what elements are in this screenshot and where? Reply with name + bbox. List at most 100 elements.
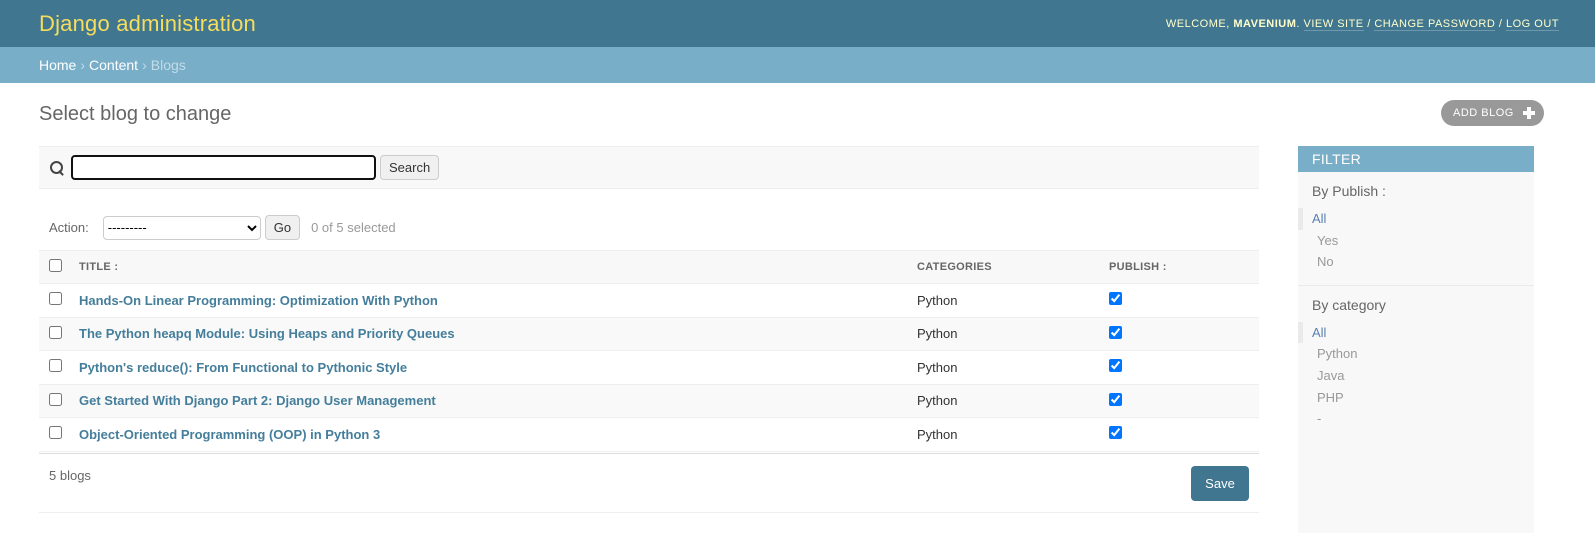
filter-option: PHP — [1298, 387, 1534, 409]
table-row: The Python heapq Module: Using Heaps and… — [39, 317, 1259, 351]
title-cell: Object-Oriented Programming (OOP) in Pyt… — [79, 417, 917, 452]
go-button[interactable]: Go — [264, 215, 301, 240]
publish-cell — [1109, 317, 1259, 351]
publish-cell — [1109, 417, 1259, 452]
column-title[interactable]: Title : — [79, 250, 917, 284]
log-out-link[interactable]: Log out — [1505, 17, 1559, 31]
filter-link[interactable]: No — [1317, 254, 1334, 269]
filter-title: Filter — [1298, 146, 1534, 172]
title-cell: Python's reduce(): From Functional to Py… — [79, 350, 917, 385]
select-all-cell — [39, 250, 79, 284]
table-row: Object-Oriented Programming (OOP) in Pyt… — [39, 417, 1259, 452]
publish-checkbox[interactable] — [1109, 392, 1122, 406]
row-select-cell — [39, 384, 79, 418]
filter-link[interactable]: All — [1312, 211, 1326, 226]
row-checkbox[interactable] — [49, 292, 62, 306]
blog-title-link[interactable]: Python's reduce(): From Functional to Py… — [79, 360, 407, 375]
filter-option: All — [1298, 208, 1534, 230]
filter-link[interactable]: PHP — [1317, 390, 1344, 405]
paginator: 5 blogs Save — [39, 452, 1259, 513]
publish-cell — [1109, 350, 1259, 385]
breadcrumb-content[interactable]: Content — [89, 57, 138, 73]
row-checkbox[interactable] — [49, 325, 62, 339]
filter-link[interactable]: Java — [1317, 368, 1344, 383]
publish-cell — [1109, 384, 1259, 418]
filter-option: Yes — [1298, 230, 1534, 252]
filter-option: Java — [1298, 365, 1534, 387]
filter-link[interactable]: - — [1317, 411, 1321, 426]
table-row: Python's reduce(): From Functional to Py… — [39, 350, 1259, 385]
selection-counter: 0 of 5 selected — [311, 220, 396, 235]
result-count: 5 blogs — [49, 467, 91, 483]
breadcrumb-separator: › — [142, 57, 147, 73]
filter-list-publish: All Yes No — [1298, 208, 1534, 285]
category-cell: Python — [917, 283, 1109, 318]
row-select-cell — [39, 350, 79, 385]
save-button[interactable]: Save — [1191, 465, 1249, 501]
search-button[interactable]: Search — [380, 155, 440, 180]
category-cell: Python — [917, 417, 1109, 452]
row-checkbox[interactable] — [49, 426, 62, 440]
change-password-link[interactable]: Change password — [1374, 17, 1496, 31]
filter-panel: Filter By Publish : All Yes No By catego… — [1298, 146, 1534, 533]
select-all-checkbox[interactable] — [49, 259, 62, 272]
table-header-row: Title : Categories Publish : — [39, 250, 1259, 284]
page-title: Select blog to change — [39, 103, 232, 125]
search-icon — [49, 160, 65, 176]
add-blog-label: Add blog — [1453, 107, 1514, 119]
search-toolbar: Search — [39, 146, 1259, 189]
filter-option: - — [1298, 408, 1534, 430]
view-site-link[interactable]: View site — [1303, 17, 1364, 31]
blog-title-link[interactable]: Object-Oriented Programming (OOP) in Pyt… — [79, 427, 380, 442]
category-cell: Python — [917, 317, 1109, 351]
category-cell: Python — [917, 350, 1109, 385]
add-blog-button[interactable]: Add blog — [1441, 100, 1544, 126]
breadcrumb: Home › Content › Blogs — [0, 47, 1595, 83]
column-categories: Categories — [917, 250, 1109, 284]
header: Django administration Welcome, mavenium.… — [0, 0, 1595, 47]
action-label: Action: — [49, 220, 89, 235]
filter-heading-category: By category — [1312, 296, 1386, 313]
username: mavenium — [1233, 17, 1297, 30]
breadcrumb-current: Blogs — [150, 57, 186, 73]
blog-title-link[interactable]: Get Started With Django Part 2: Django U… — [79, 393, 436, 408]
publish-checkbox[interactable] — [1109, 426, 1122, 440]
filter-link[interactable]: Python — [1317, 346, 1357, 361]
welcome-text: Welcome, — [1165, 17, 1230, 30]
publish-checkbox[interactable] — [1109, 292, 1122, 306]
row-checkbox[interactable] — [49, 392, 62, 406]
filter-option: Python — [1298, 343, 1534, 365]
category-cell: Python — [917, 384, 1109, 418]
column-publish[interactable]: Publish : — [1109, 250, 1259, 284]
publish-checkbox[interactable] — [1109, 325, 1122, 339]
filter-link[interactable]: All — [1312, 325, 1326, 340]
publish-checkbox[interactable] — [1109, 359, 1122, 373]
row-select-cell — [39, 317, 79, 351]
filter-option: All — [1298, 321, 1534, 344]
action-select[interactable]: --------- — [102, 215, 261, 240]
filter-link[interactable]: Yes — [1317, 233, 1338, 248]
blog-title-link[interactable]: The Python heapq Module: Using Heaps and… — [79, 326, 455, 341]
publish-cell — [1109, 283, 1259, 318]
row-select-cell — [39, 417, 79, 452]
user-tools: Welcome, mavenium. View site / Change pa… — [1165, 17, 1559, 31]
changelist: Search Action: --------- Go 0 of 5 selec… — [39, 146, 1259, 513]
table-row: Get Started With Django Part 2: Django U… — [39, 384, 1259, 418]
plus-icon — [1522, 107, 1535, 119]
site-name[interactable]: Django administration — [39, 11, 256, 37]
filter-heading-publish: By Publish : — [1312, 183, 1386, 199]
title-cell: Hands-On Linear Programming: Optimizatio… — [79, 283, 917, 318]
filter-option: No — [1298, 251, 1534, 273]
table-row: Hands-On Linear Programming: Optimizatio… — [39, 283, 1259, 318]
row-select-cell — [39, 283, 79, 318]
title-cell: Get Started With Django Part 2: Django U… — [79, 384, 917, 418]
blog-title-link[interactable]: Hands-On Linear Programming: Optimizatio… — [79, 293, 438, 308]
row-checkbox[interactable] — [49, 359, 62, 373]
actions-bar: Action: --------- Go 0 of 5 selected — [39, 205, 1259, 250]
breadcrumb-home[interactable]: Home — [39, 57, 76, 73]
title-cell: The Python heapq Module: Using Heaps and… — [79, 317, 917, 351]
breadcrumb-separator: › — [80, 57, 86, 73]
filter-list-category: All Python Java PHP - — [1298, 321, 1534, 442]
results-table: Title : Categories Publish : Hands-On Li… — [39, 250, 1259, 452]
search-input[interactable] — [71, 155, 376, 180]
